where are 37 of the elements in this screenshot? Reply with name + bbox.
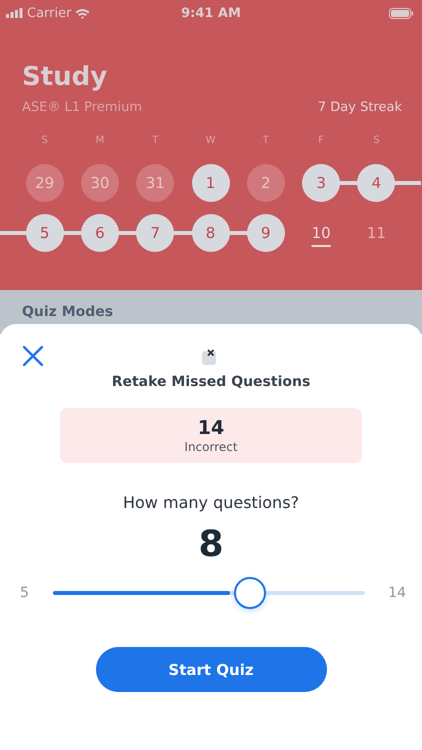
section-title: Quiz Modes (21, 303, 114, 320)
calendar-day[interactable]: 7 (136, 214, 174, 252)
weekday-label: W (204, 135, 216, 146)
streak-label: 7 Day Streak (318, 100, 402, 115)
weekday-label: T (151, 135, 160, 146)
calendar-day[interactable]: 4 (357, 164, 396, 202)
calendar-day[interactable]: 8 (192, 214, 230, 252)
clock-time: 9:41 AM (181, 6, 241, 20)
close-icon[interactable] (23, 346, 43, 366)
calendar-day[interactable]: 11 (357, 214, 396, 252)
page-title: Study (22, 62, 108, 92)
weekday-label: T (262, 135, 270, 146)
battery-icon (389, 8, 414, 18)
missed-question-icon (202, 348, 219, 365)
incorrect-count: 14 (198, 417, 224, 439)
weekday-label: M (94, 135, 106, 146)
wifi-icon (75, 8, 90, 18)
calendar-day[interactable]: 3 (302, 164, 340, 202)
slider-thumb[interactable] (234, 577, 266, 609)
calendar-day[interactable]: 1 (192, 164, 230, 202)
weekday-label: F (317, 135, 326, 146)
weekday-label: S (372, 135, 381, 146)
question-prompt: How many questions? (122, 493, 300, 512)
calendar-day[interactable]: 9 (246, 214, 285, 252)
question-count: 8 (198, 524, 224, 565)
weekday-label: S (40, 135, 49, 146)
quiz-mode-title: Retake Missed Questions (112, 374, 310, 390)
slider-max-label: 14 (388, 585, 406, 601)
carrier-label: Carrier (27, 6, 72, 20)
calendar-day[interactable]: 6 (80, 214, 119, 252)
calendar-day[interactable]: 5 (26, 214, 64, 252)
slider-min-label: 5 (20, 585, 29, 601)
signal-icon (6, 8, 23, 18)
calendar-day[interactable]: 10 (302, 214, 340, 252)
course-name: ASE® L1 Premium (22, 100, 142, 115)
start-quiz-button[interactable]: Start Quiz (96, 647, 326, 692)
incorrect-label: Incorrect (184, 440, 238, 454)
